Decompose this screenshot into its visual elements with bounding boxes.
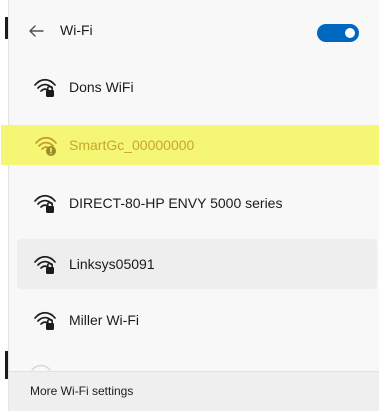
secured-wifi-icon: [34, 311, 56, 330]
network-name: Linksys05091: [69, 256, 155, 272]
network-item-dons-wifi[interactable]: Dons WiFi: [17, 67, 377, 107]
secured-wifi-icon: [34, 194, 56, 213]
page-title: Wi-Fi: [60, 22, 93, 38]
network-item-direct-hp[interactable]: DIRECT-80-HP ENVY 5000 series: [17, 183, 377, 223]
network-item-smartgc[interactable]: SmartGc_00000000: [1, 125, 379, 165]
network-name: SmartGc_00000000: [69, 137, 195, 153]
wifi-panel: Wi-Fi Dons WiFi SmartGc_00000000 DIRECT-…: [1, 0, 379, 411]
toggle-knob: [345, 28, 355, 38]
wifi-flyout-screenshot: Wi-Fi Dons WiFi SmartGc_00000000 DIRECT-…: [0, 0, 379, 411]
network-name: Dons WiFi: [69, 79, 134, 95]
wifi-footer: More Wi-Fi settings: [9, 371, 379, 411]
arrow-left-icon[interactable]: [28, 23, 44, 39]
wifi-header: Wi-Fi: [9, 0, 379, 64]
secured-wifi-icon: [34, 255, 56, 274]
network-name: Miller Wi-Fi: [69, 312, 139, 328]
network-name: DIRECT-80-HP ENVY 5000 series: [69, 195, 283, 211]
wifi-toggle[interactable]: [317, 24, 359, 42]
network-item-miller[interactable]: Miller Wi-Fi: [17, 300, 377, 340]
background-window-edge: [0, 0, 8, 411]
network-item-linksys[interactable]: Linksys05091: [17, 239, 377, 289]
warning-wifi-icon: [35, 136, 57, 156]
secured-wifi-icon: [34, 78, 56, 97]
more-wifi-settings-link[interactable]: More Wi-Fi settings: [30, 384, 133, 399]
